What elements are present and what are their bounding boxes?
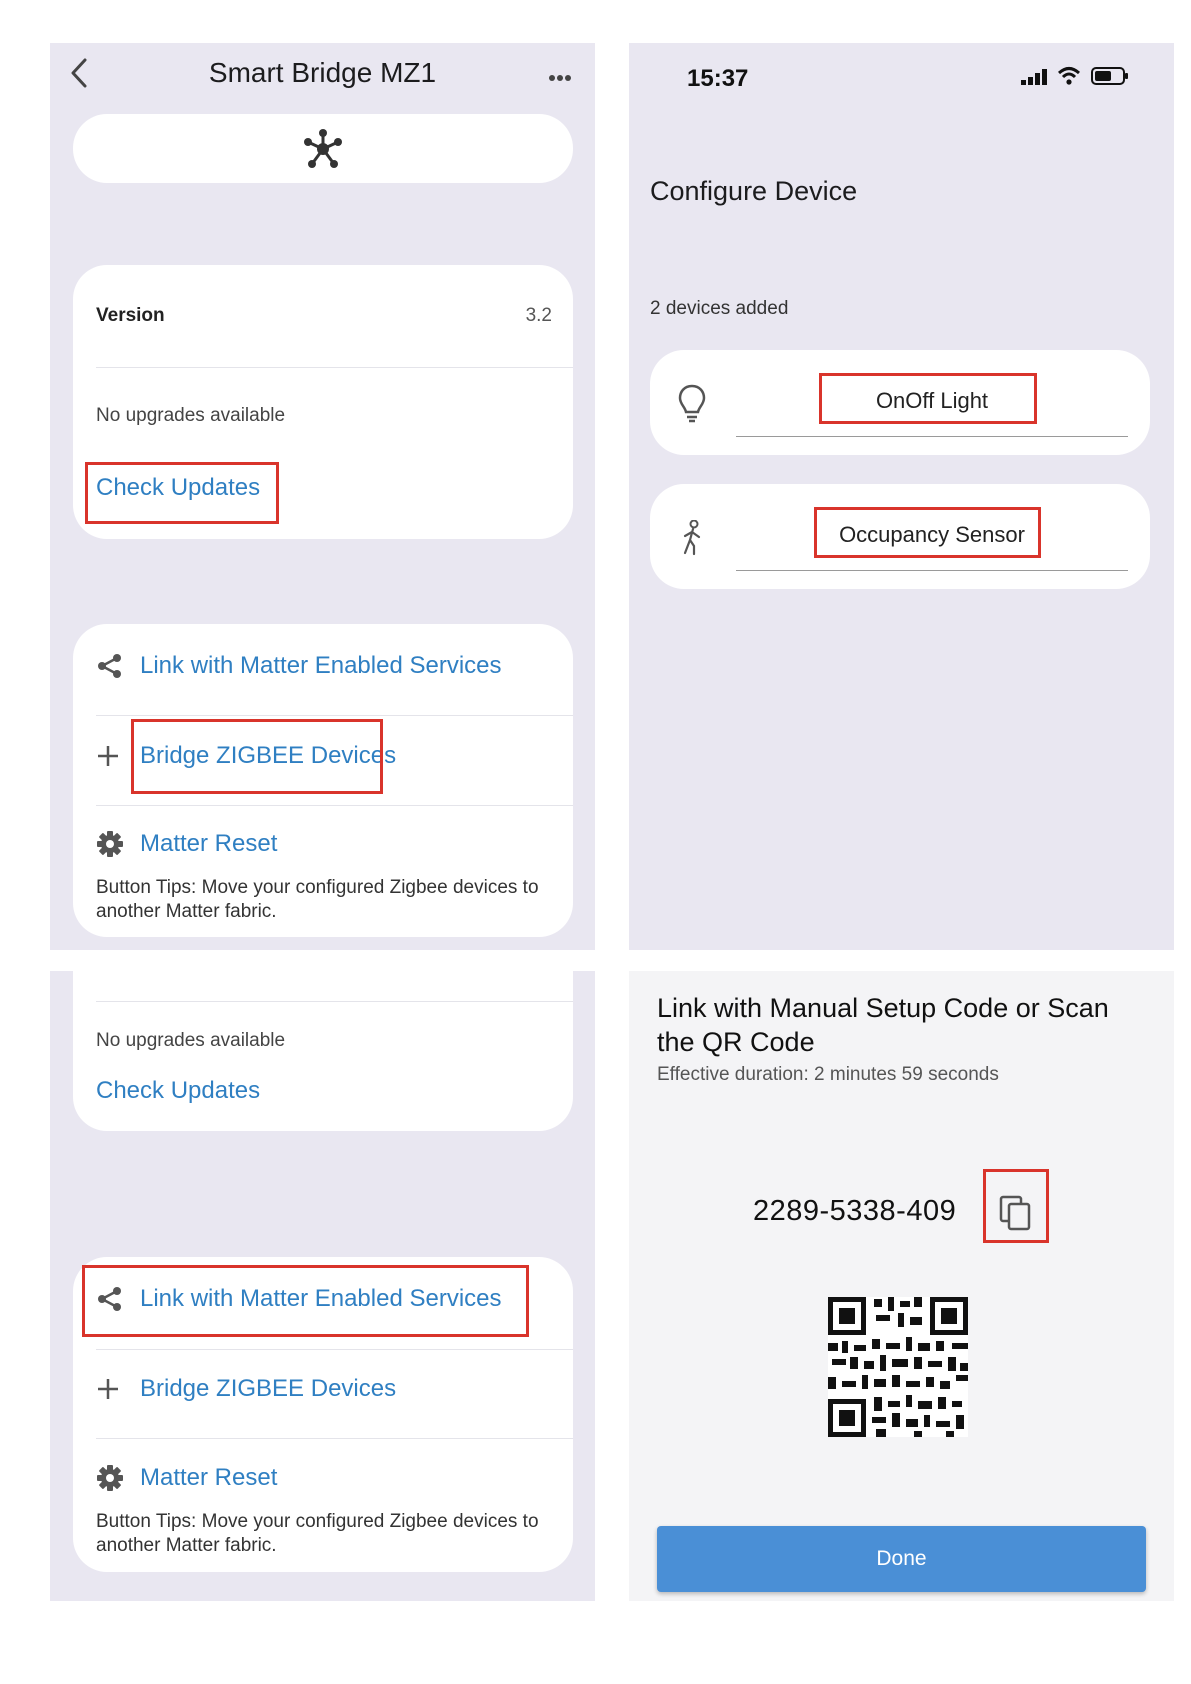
button-tips: Button Tips: Move your configured Zigbee… [96, 877, 539, 922]
gear-icon [96, 830, 140, 858]
version-card: Version 3.2 No upgrades available Check … [73, 265, 573, 539]
field-underline [736, 570, 1128, 571]
signal-icon [1021, 69, 1049, 90]
setup-code: 2289-5338-409 [753, 1195, 957, 1227]
page-title: Configure Device [650, 176, 858, 206]
divider [96, 1001, 573, 1002]
done-button[interactable]: Done [657, 1526, 1146, 1592]
highlight-box [819, 373, 1037, 424]
dialog-title: Link with Manual Setup Code or Scan the … [657, 993, 1109, 1057]
divider [96, 1349, 573, 1350]
matter-reset-row[interactable]: Matter Reset [96, 824, 277, 864]
highlight-box [131, 719, 383, 794]
upgrade-status: No upgrades available [96, 405, 286, 426]
matter-reset-label[interactable]: Matter Reset [140, 1464, 277, 1492]
configure-device-screen: 15:37 Configure Device 2 devices added O… [629, 43, 1174, 950]
setup-code-dialog: Link with Manual Setup Code or Scan the … [629, 971, 1174, 1601]
more-horizontal-icon[interactable] [548, 69, 572, 87]
upgrade-status: No upgrades available [96, 1030, 286, 1051]
link-matter-row[interactable]: Link with Matter Enabled Services [96, 646, 502, 686]
bridge-zigbee-label[interactable]: Bridge ZIGBEE Devices [140, 1375, 396, 1403]
hub-icon [302, 128, 344, 175]
plus-icon [96, 1377, 140, 1401]
share-icon [96, 652, 140, 680]
highlight-box [82, 1265, 529, 1337]
highlight-box [85, 462, 279, 524]
wifi-icon [1057, 66, 1081, 91]
walking-person-icon [680, 519, 706, 561]
version-value: 3.2 [525, 305, 552, 326]
actions-card: Link with Matter Enabled Services Bridge… [73, 1257, 573, 1572]
button-tips: Button Tips: Move your configured Zigbee… [96, 1511, 539, 1556]
status-time: 15:37 [687, 65, 749, 92]
divider [96, 715, 573, 716]
link-matter-label[interactable]: Link with Matter Enabled Services [140, 652, 502, 680]
bridge-detail-screen: Smart Bridge MZ1 Version 3.2 No upgrades… [50, 43, 595, 950]
version-label: Version [96, 305, 165, 326]
device-card[interactable]: OnOff Light [650, 350, 1150, 455]
battery-icon [1091, 67, 1129, 90]
divider [96, 367, 573, 368]
divider [96, 805, 573, 806]
divider [96, 1438, 573, 1439]
devices-added-count: 2 devices added [650, 298, 789, 319]
matter-reset-label[interactable]: Matter Reset [140, 830, 277, 858]
bridge-zigbee-row[interactable]: Bridge ZIGBEE Devices [96, 1369, 396, 1409]
version-card: No upgrades available Check Updates [73, 971, 573, 1131]
check-updates-button[interactable]: Check Updates [96, 1077, 260, 1105]
qr-code-icon [828, 1297, 968, 1437]
lightbulb-icon [677, 383, 707, 428]
gear-icon [96, 1464, 140, 1492]
highlight-box [814, 507, 1041, 558]
actions-card: Link with Matter Enabled Services Bridge… [73, 624, 573, 937]
hub-card [73, 114, 573, 183]
bridge-detail-screen-scrolled: No upgrades available Check Updates Link… [50, 971, 595, 1601]
field-underline [736, 436, 1128, 437]
matter-reset-row[interactable]: Matter Reset [96, 1458, 277, 1498]
highlight-box [983, 1169, 1049, 1243]
device-card[interactable]: Occupancy Sensor [650, 484, 1150, 589]
page-title: Smart Bridge MZ1 [208, 57, 437, 88]
effective-duration: Effective duration: 2 minutes 59 seconds [657, 1064, 999, 1085]
